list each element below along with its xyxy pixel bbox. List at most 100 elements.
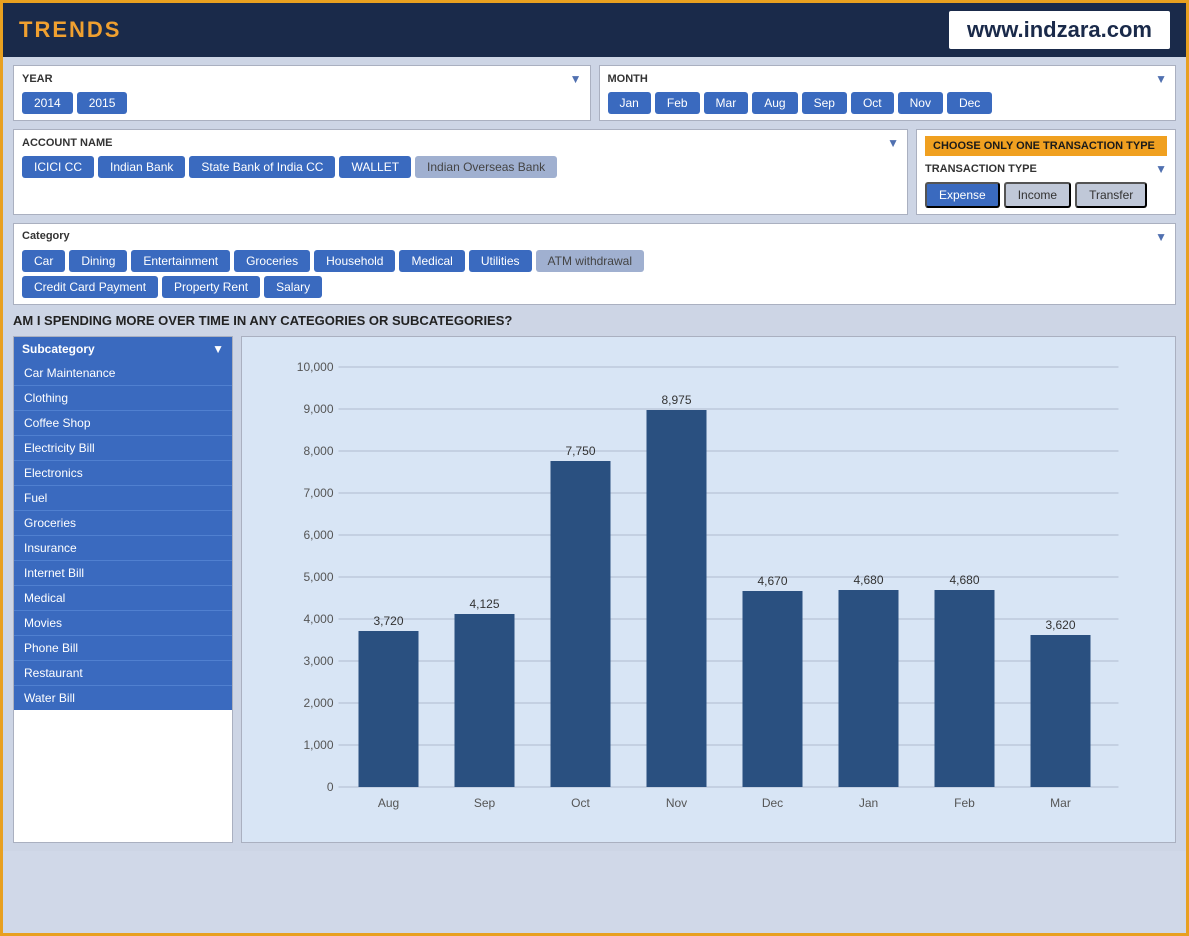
svg-text:8,000: 8,000	[303, 444, 333, 458]
month-aug[interactable]: Aug	[752, 92, 797, 114]
month-filter: MONTH ▼ Jan Feb Mar Aug Sep Oct Nov Dec	[599, 65, 1177, 121]
trans-transfer[interactable]: Transfer	[1075, 182, 1147, 208]
year-filter: YEAR ▼ 2014 2015	[13, 65, 591, 121]
cat-dining[interactable]: Dining	[69, 250, 127, 272]
account-icici[interactable]: ICICI CC	[22, 156, 94, 178]
account-chips: ICICI CC Indian Bank State Bank of India…	[22, 156, 899, 178]
svg-text:4,000: 4,000	[303, 612, 333, 626]
cat-atm[interactable]: ATM withdrawal	[536, 250, 644, 272]
cat-utilities[interactable]: Utilities	[469, 250, 532, 272]
svg-text:4,670: 4,670	[757, 574, 787, 588]
svg-text:Feb: Feb	[954, 796, 975, 810]
svg-text:7,750: 7,750	[565, 444, 595, 458]
category-filter-label: Category ▼	[22, 230, 1167, 244]
month-filter-label: MONTH ▼	[608, 72, 1168, 86]
cat-household[interactable]: Household	[314, 250, 395, 272]
account-transaction-row: ACCOUNT NAME ▼ ICICI CC Indian Bank Stat…	[13, 129, 1176, 215]
svg-text:Sep: Sep	[474, 796, 496, 810]
year-chip-2015[interactable]: 2015	[77, 92, 128, 114]
sub-restaurant[interactable]: Restaurant	[14, 661, 232, 686]
transaction-filter-icon[interactable]: ▼	[1155, 162, 1167, 176]
transaction-filter: CHOOSE ONLY ONE TRANSACTION TYPE TRANSAC…	[916, 129, 1176, 215]
transaction-alert: CHOOSE ONLY ONE TRANSACTION TYPE	[925, 136, 1167, 156]
month-mar[interactable]: Mar	[704, 92, 749, 114]
sub-fuel[interactable]: Fuel	[14, 486, 232, 511]
sub-internet-bill[interactable]: Internet Bill	[14, 561, 232, 586]
account-filter-icon[interactable]: ▼	[887, 136, 899, 150]
svg-text:Oct: Oct	[571, 796, 590, 810]
cat-medical[interactable]: Medical	[399, 250, 464, 272]
transaction-type-chips: Expense Income Transfer	[925, 182, 1167, 208]
sub-movies[interactable]: Movies	[14, 611, 232, 636]
month-feb[interactable]: Feb	[655, 92, 700, 114]
subcategory-panel: Subcategory ▼ Car Maintenance Clothing C…	[13, 336, 233, 843]
month-jan[interactable]: Jan	[608, 92, 651, 114]
cat-entertainment[interactable]: Entertainment	[131, 250, 230, 272]
category-filter-icon[interactable]: ▼	[1155, 230, 1167, 244]
month-dec[interactable]: Dec	[947, 92, 992, 114]
month-chips: Jan Feb Mar Aug Sep Oct Nov Dec	[608, 92, 1168, 114]
sub-electronics[interactable]: Electronics	[14, 461, 232, 486]
cat-credit-card[interactable]: Credit Card Payment	[22, 276, 158, 298]
cat-car[interactable]: Car	[22, 250, 65, 272]
app-title: TRENDS	[19, 17, 121, 43]
month-filter-icon[interactable]: ▼	[1155, 72, 1167, 86]
account-filter-label: ACCOUNT NAME ▼	[22, 136, 899, 150]
year-chip-2014[interactable]: 2014	[22, 92, 73, 114]
trans-expense[interactable]: Expense	[925, 182, 1000, 208]
sub-groceries[interactable]: Groceries	[14, 511, 232, 536]
account-iob[interactable]: Indian Overseas Bank	[415, 156, 557, 178]
svg-text:Dec: Dec	[762, 796, 783, 810]
svg-text:5,000: 5,000	[303, 570, 333, 584]
chart-area: Subcategory ▼ Car Maintenance Clothing C…	[13, 336, 1176, 843]
bar-feb	[935, 590, 995, 787]
category-filter: Category ▼ Car Dining Entertainment Groc…	[13, 223, 1176, 305]
sub-phone-bill[interactable]: Phone Bill	[14, 636, 232, 661]
account-sbi-cc[interactable]: State Bank of India CC	[189, 156, 335, 178]
sub-medical[interactable]: Medical	[14, 586, 232, 611]
sub-water-bill[interactable]: Water Bill	[14, 686, 232, 710]
bar-aug	[359, 631, 419, 787]
month-sep[interactable]: Sep	[802, 92, 847, 114]
sub-insurance[interactable]: Insurance	[14, 536, 232, 561]
account-filter: ACCOUNT NAME ▼ ICICI CC Indian Bank Stat…	[13, 129, 908, 215]
svg-text:6,000: 6,000	[303, 528, 333, 542]
sub-car-maintenance[interactable]: Car Maintenance	[14, 361, 232, 386]
transaction-type-label: TRANSACTION TYPE ▼	[925, 162, 1167, 176]
svg-text:7,000: 7,000	[303, 486, 333, 500]
svg-text:Nov: Nov	[666, 796, 687, 810]
cat-groceries[interactable]: Groceries	[234, 250, 310, 272]
main-content: YEAR ▼ 2014 2015 MONTH ▼ Jan Feb Mar Aug…	[3, 57, 1186, 851]
month-oct[interactable]: Oct	[851, 92, 894, 114]
svg-text:4,680: 4,680	[949, 573, 979, 587]
chart-svg: 10,000 9,000 8,000 7,000 6,000 5,000 4,0…	[252, 347, 1165, 827]
year-filter-label: YEAR ▼	[22, 72, 582, 86]
svg-text:Aug: Aug	[378, 796, 399, 810]
bar-sep	[455, 614, 515, 787]
account-wallet[interactable]: WALLET	[339, 156, 411, 178]
month-nov[interactable]: Nov	[898, 92, 943, 114]
svg-text:0: 0	[327, 780, 334, 794]
svg-text:8,975: 8,975	[661, 393, 691, 407]
cat-property-rent[interactable]: Property Rent	[162, 276, 260, 298]
svg-text:4,125: 4,125	[469, 597, 499, 611]
svg-text:3,620: 3,620	[1045, 618, 1075, 632]
svg-text:3,000: 3,000	[303, 654, 333, 668]
bar-nov	[647, 410, 707, 787]
subcategory-list[interactable]: Car Maintenance Clothing Coffee Shop Ele…	[14, 361, 232, 842]
account-indian-bank[interactable]: Indian Bank	[98, 156, 185, 178]
svg-text:3,720: 3,720	[373, 614, 403, 628]
year-filter-icon[interactable]: ▼	[570, 72, 582, 86]
cat-salary[interactable]: Salary	[264, 276, 322, 298]
sub-electricity-bill[interactable]: Electricity Bill	[14, 436, 232, 461]
category-chips-row2: Credit Card Payment Property Rent Salary	[22, 276, 1167, 298]
trans-income[interactable]: Income	[1004, 182, 1071, 208]
bar-dec	[743, 591, 803, 787]
category-chips-row1: Car Dining Entertainment Groceries House…	[22, 250, 1167, 272]
subcategory-filter-icon[interactable]: ▼	[212, 342, 224, 356]
sub-clothing[interactable]: Clothing	[14, 386, 232, 411]
bar-chart: 10,000 9,000 8,000 7,000 6,000 5,000 4,0…	[241, 336, 1176, 843]
sub-coffee-shop[interactable]: Coffee Shop	[14, 411, 232, 436]
svg-text:1,000: 1,000	[303, 738, 333, 752]
year-month-row: YEAR ▼ 2014 2015 MONTH ▼ Jan Feb Mar Aug…	[13, 65, 1176, 121]
